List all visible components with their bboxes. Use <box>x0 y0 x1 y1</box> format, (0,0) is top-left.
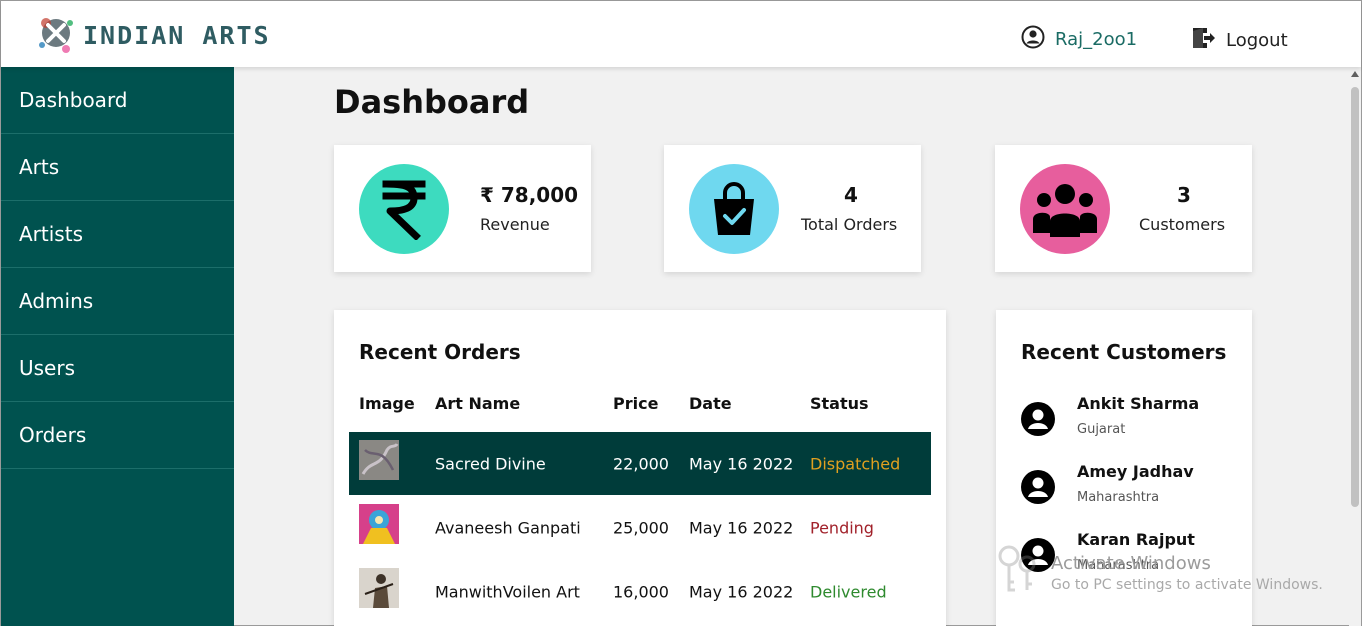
revenue-card: ₹ 78,000 Revenue <box>334 145 591 272</box>
user-circle-icon <box>1021 25 1045 54</box>
list-item[interactable]: Ankit Sharma Gujarat <box>1021 394 1231 454</box>
scroll-up-arrow-icon[interactable] <box>1351 71 1359 77</box>
recent-orders-panel: Recent Orders Image Art Name Price Date … <box>334 310 946 626</box>
sidebar-item-arts[interactable]: Arts <box>1 134 234 201</box>
shopping-bag-icon <box>689 164 779 254</box>
price: 25,000 <box>613 518 669 537</box>
date: May 16 2022 <box>689 454 794 473</box>
orders-card: 4 Total Orders <box>664 145 921 272</box>
key-icon <box>997 544 1047 600</box>
art-thumbnail[interactable] <box>359 504 399 544</box>
sidebar-item-orders[interactable]: Orders <box>1 402 234 469</box>
logout-icon <box>1190 25 1216 56</box>
table-row[interactable]: ManwithVoilen Art 16,000 May 16 2022 Del… <box>349 560 931 623</box>
logout-button[interactable]: Logout <box>1190 25 1288 56</box>
sidebar-item-artists[interactable]: Artists <box>1 201 234 268</box>
column-header-art-name: Art Name <box>435 394 521 413</box>
date: May 16 2022 <box>689 518 794 537</box>
rupee-icon <box>359 164 449 254</box>
recent-orders-title: Recent Orders <box>359 340 521 364</box>
customer-name: Karan Rajput <box>1077 530 1195 549</box>
art-thumbnail[interactable] <box>359 568 399 608</box>
column-header-price: Price <box>613 394 659 413</box>
user-avatar-icon <box>1021 402 1055 440</box>
customer-name: Amey Jadhav <box>1077 462 1194 481</box>
revenue-value: ₹ 78,000 <box>480 183 579 207</box>
status-badge: Pending <box>810 518 874 537</box>
user-avatar-icon <box>1021 470 1055 508</box>
status-badge: Dispatched <box>810 454 901 473</box>
list-item[interactable]: Amey Jadhav Maharashtra <box>1021 462 1231 522</box>
art-thumbnail[interactable] <box>359 440 399 480</box>
sidebar-item-dashboard[interactable]: Dashboard <box>1 67 234 134</box>
table-row[interactable]: Avaneesh Ganpati 25,000 May 16 2022 Pend… <box>349 496 931 559</box>
brand-name[interactable]: INDIAN ARTS <box>83 21 271 50</box>
user-profile[interactable]: Raj_2oo1 <box>1021 25 1137 54</box>
customer-state: Gujarat <box>1077 422 1126 437</box>
page-title: Dashboard <box>334 83 530 121</box>
activate-windows-watermark: Activate Windows <box>1051 553 1211 574</box>
status-badge: Delivered <box>810 582 887 601</box>
column-header-date: Date <box>689 394 732 413</box>
sidebar-item-admins[interactable]: Admins <box>1 268 234 335</box>
column-header-status: Status <box>810 394 869 413</box>
art-name: ManwithVoilen Art <box>435 582 580 601</box>
logout-label: Logout <box>1226 30 1288 51</box>
activate-windows-hint: Go to PC settings to activate Windows. <box>1051 577 1323 593</box>
total-orders-value: 4 <box>844 183 858 207</box>
art-name: Sacred Divine <box>435 454 546 473</box>
table-row[interactable]: Sacred Divine 22,000 May 16 2022 Dispatc… <box>349 432 931 495</box>
revenue-label: Revenue <box>480 215 550 234</box>
customer-name: Ankit Sharma <box>1077 394 1200 413</box>
total-orders-label: Total Orders <box>801 215 898 234</box>
date: May 16 2022 <box>689 582 794 601</box>
column-header-image: Image <box>359 394 415 413</box>
users-icon <box>1020 164 1110 254</box>
price: 22,000 <box>613 454 669 473</box>
customer-state: Maharashtra <box>1077 490 1160 505</box>
price: 16,000 <box>613 582 669 601</box>
top-bar: INDIAN ARTS Raj_2oo1 Logout <box>1 1 1361 67</box>
sidebar-item-users[interactable]: Users <box>1 335 234 402</box>
customers-label: Customers <box>1139 215 1226 234</box>
username-label: Raj_2oo1 <box>1055 29 1138 50</box>
customers-value: 3 <box>1177 183 1191 207</box>
art-name: Avaneesh Ganpati <box>435 518 581 537</box>
recent-customers-title: Recent Customers <box>1021 340 1227 364</box>
sidebar: Dashboard Arts Artists Admins Users Orde… <box>1 67 234 626</box>
scrollbar-thumb[interactable] <box>1351 87 1359 507</box>
customers-card: 3 Customers <box>995 145 1252 272</box>
